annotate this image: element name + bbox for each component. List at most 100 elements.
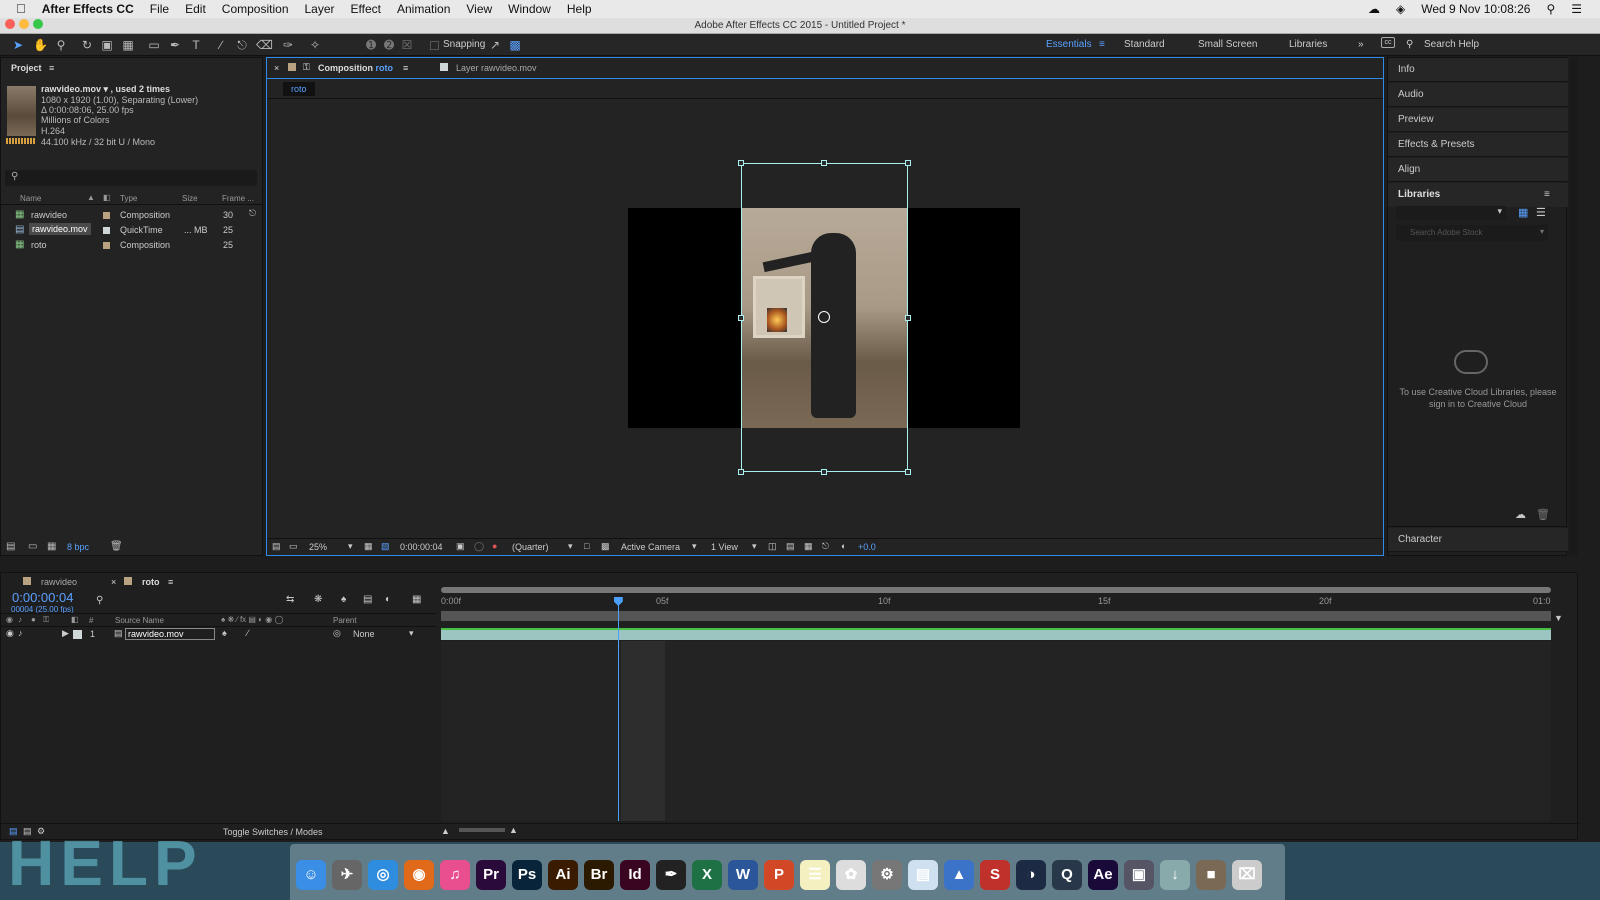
column-type[interactable]: Type xyxy=(120,194,137,203)
dock-preview-icon[interactable]: ▤ xyxy=(908,860,938,890)
shy-layers-icon[interactable]: ♠ xyxy=(341,594,346,605)
label-swatch[interactable] xyxy=(103,212,110,219)
timeline-search-icon[interactable]: ⚲ xyxy=(96,595,103,606)
dock-photoshop-icon[interactable]: Ps xyxy=(512,860,542,890)
flowchart-icon[interactable]: ⎋ xyxy=(249,208,256,219)
magnification-dropdown[interactable]: 25% xyxy=(309,542,327,552)
menu-help[interactable]: Help xyxy=(559,0,600,18)
anchor-point-icon[interactable] xyxy=(818,311,830,323)
mask-visibility-icon[interactable]: ▧ xyxy=(381,541,390,552)
chevron-down-icon[interactable]: ▾ xyxy=(1540,227,1544,236)
resolution-dropdown[interactable]: (Quarter) xyxy=(512,542,549,552)
new-folder-icon[interactable]: ▭ xyxy=(28,541,37,552)
info-panel[interactable]: Info xyxy=(1388,58,1568,82)
menu-composition[interactable]: Composition xyxy=(214,0,297,18)
dock-photos-icon[interactable]: ✿ xyxy=(836,860,866,890)
lock-icon[interactable]: ⚿ xyxy=(43,615,49,625)
menu-effect[interactable]: Effect xyxy=(343,0,389,18)
exposure-icon[interactable]: ◐ xyxy=(841,541,846,551)
camera-tool-icon[interactable]: ▣ xyxy=(100,38,114,52)
timeline-end-marker-icon[interactable]: ▼ xyxy=(1554,613,1563,623)
menu-edit[interactable]: Edit xyxy=(177,0,214,18)
dock-cinema-4d-icon[interactable]: ◑ xyxy=(1016,860,1046,890)
flowchart-icon[interactable]: ⎋ xyxy=(822,541,829,552)
rectangle-tool-icon[interactable]: ▭ xyxy=(147,38,161,52)
zoom-out-icon[interactable]: ▲ xyxy=(441,826,450,836)
fast-previews-icon[interactable]: ▤ xyxy=(786,541,795,552)
wifi-icon[interactable]: ◈ xyxy=(1388,0,1413,18)
minimize-window-button[interactable] xyxy=(19,19,29,29)
panel-menu-icon[interactable]: ≡ xyxy=(168,577,173,587)
clock[interactable]: Wed 9 Nov 10:08:26 xyxy=(1413,0,1538,18)
eye-icon[interactable]: ◉ xyxy=(6,615,13,624)
workspace-libraries[interactable]: Libraries xyxy=(1289,39,1327,50)
tab-composition[interactable]: Composition roto xyxy=(318,63,393,73)
roto-brush-tool-icon[interactable]: ✑ xyxy=(281,38,295,52)
creative-cloud-icon[interactable]: ☁ xyxy=(1360,0,1388,18)
project-search-input[interactable]: ⚲ xyxy=(5,170,257,186)
audio-panel[interactable]: Audio xyxy=(1388,83,1568,107)
type-tool-icon[interactable]: T xyxy=(189,38,203,52)
puppet-pin-tool-icon[interactable]: ✧ xyxy=(308,38,322,52)
quality-switch-icon[interactable]: ∕ xyxy=(247,628,249,638)
current-time-indicator[interactable] xyxy=(617,599,619,821)
time-navigator[interactable] xyxy=(441,587,1551,593)
toggle-pixel-aspect-icon[interactable]: ◫ xyxy=(768,541,777,552)
current-time-display[interactable]: 0:00:00:04 xyxy=(400,542,443,552)
right-scrollbar[interactable] xyxy=(1569,57,1578,556)
transform-handle[interactable] xyxy=(821,160,827,166)
label-swatch[interactable] xyxy=(103,242,110,249)
timeline-graph-area[interactable] xyxy=(441,641,1551,821)
library-dropdown[interactable]: ▾ xyxy=(1396,206,1506,220)
label-column-icon[interactable]: ◧ xyxy=(71,615,79,624)
monitor-icon[interactable]: ▭ xyxy=(289,541,298,552)
delete-icon[interactable]: 🗑 xyxy=(110,541,123,552)
dock-after-effects-icon[interactable]: Ae xyxy=(1088,860,1118,890)
workspace-essentials[interactable]: Essentials xyxy=(1046,39,1092,50)
dock-indesign-icon[interactable]: Id xyxy=(620,860,650,890)
snapping-checkbox[interactable] xyxy=(430,41,439,50)
column-size[interactable]: Size xyxy=(182,194,198,203)
comp-mini-flowchart-icon[interactable]: ⇆ xyxy=(286,594,294,605)
transform-handle[interactable] xyxy=(905,469,911,475)
panel-menu-icon[interactable]: ≡ xyxy=(1544,189,1550,200)
workspace-standard[interactable]: Standard xyxy=(1124,39,1165,50)
draft-3d-icon[interactable]: ❋ xyxy=(314,594,322,605)
parent-pickwhip-icon[interactable]: ◎ xyxy=(333,628,341,639)
snap-edges-icon[interactable]: ↗ xyxy=(488,38,502,52)
transform-handle[interactable] xyxy=(905,160,911,166)
transform-handle[interactable] xyxy=(738,315,744,321)
panel-menu-icon[interactable]: ≡ xyxy=(403,63,408,73)
app-menu[interactable]: After Effects CC xyxy=(34,0,142,18)
lock-icon[interactable]: ⚿ xyxy=(303,62,310,73)
column-frame[interactable]: Frame ... xyxy=(222,194,254,203)
chevron-down-icon[interactable]: ▾ xyxy=(409,628,414,639)
libraries-panel-title[interactable]: Libraries xyxy=(1388,183,1568,207)
work-area-bar[interactable] xyxy=(441,611,1551,621)
transform-handle[interactable] xyxy=(905,315,911,321)
dock-safari-icon[interactable]: ◎ xyxy=(368,860,398,890)
interpret-footage-icon[interactable]: ▤ xyxy=(6,541,15,552)
align-panel[interactable]: Align xyxy=(1388,158,1568,182)
notification-center-icon[interactable]: ☰ xyxy=(1563,0,1600,18)
dock-quicktime-icon[interactable]: Q xyxy=(1052,860,1082,890)
motion-blur-icon[interactable]: ◐ xyxy=(385,594,391,605)
menu-layer[interactable]: Layer xyxy=(297,0,343,18)
view-layout-dropdown[interactable]: 1 View xyxy=(711,542,738,552)
dock-system-preferences-icon[interactable]: ⚙ xyxy=(872,860,902,890)
channel-icon[interactable]: ● xyxy=(492,541,497,551)
workspace-menu-icon[interactable]: ≡ xyxy=(1099,39,1105,50)
brush-tool-icon[interactable]: ∕ xyxy=(214,38,228,52)
transform-handle[interactable] xyxy=(821,469,827,475)
always-preview-icon[interactable]: ▤ xyxy=(272,541,281,552)
chevron-down-icon[interactable]: ▾ xyxy=(568,541,573,552)
transform-handle[interactable] xyxy=(738,469,744,475)
eye-icon[interactable]: ◉ xyxy=(6,628,14,639)
collapse-switch-icon[interactable]: ♠ xyxy=(222,628,227,638)
character-panel[interactable]: Character xyxy=(1388,528,1568,552)
grid-guides-icon[interactable]: ▦ xyxy=(364,541,373,552)
search-help-icon[interactable]: ⚲ xyxy=(1406,39,1413,50)
timeline-tab-rawvideo[interactable]: rawvideo xyxy=(41,577,77,587)
project-row[interactable]: ▦ roto Composition 25 xyxy=(1,238,263,253)
search-help-field[interactable]: Search Help xyxy=(1424,39,1479,50)
